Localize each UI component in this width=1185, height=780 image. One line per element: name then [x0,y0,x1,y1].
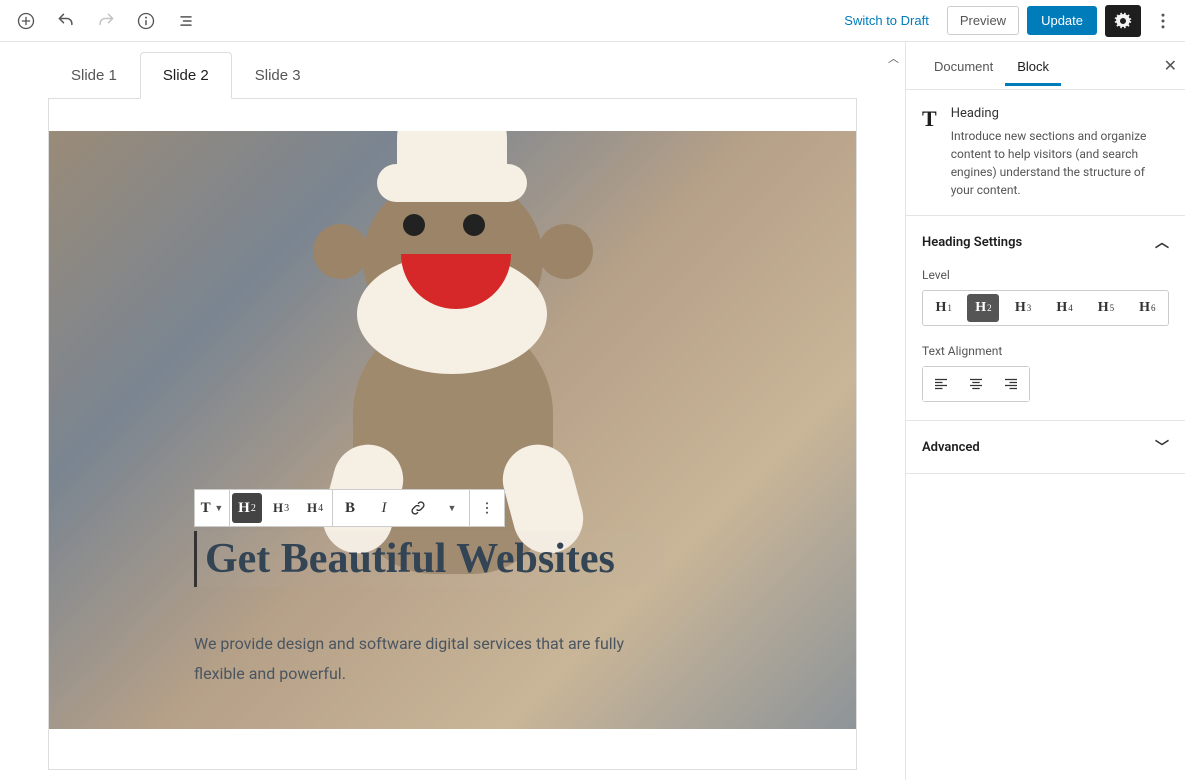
toolbar-right-group: Switch to Draft Preview Update [834,3,1177,39]
heading-text[interactable]: Get Beautiful Websites [205,535,664,583]
paragraph-block[interactable]: We provide design and software digital s… [194,629,664,690]
undo-button[interactable] [48,3,84,39]
advanced-panel-toggle[interactable]: Advanced ﹀ [906,421,1185,473]
preview-button[interactable]: Preview [947,6,1019,35]
redo-icon [96,11,116,31]
sidebar-close-button[interactable]: ✕ [1164,56,1177,76]
chevron-down-icon: ﹀ [1155,437,1169,457]
slide-container: T ▼ H2 H3 H4 B I ▼ [48,98,857,770]
block-more-options-button[interactable] [470,490,504,526]
heading-block-icon: T [922,106,937,199]
level-h6-button[interactable]: H6 [1127,291,1168,325]
redo-button[interactable] [88,3,124,39]
advanced-panel: Advanced ﹀ [906,421,1185,474]
align-right-icon [1002,375,1020,393]
slide-tabs: Slide 1 Slide 2 Slide 3 [48,52,905,99]
level-label: Level [922,268,1169,282]
more-menu-button[interactable] [1149,3,1177,39]
alignment-label: Text Alignment [922,344,1169,358]
add-block-button[interactable] [8,3,44,39]
sidebar-tab-document[interactable]: Document [922,45,1005,86]
align-left-icon [932,375,950,393]
panel-title: Heading Settings [922,235,1022,250]
sidebar-tab-block[interactable]: Block [1005,45,1061,86]
heading-level-h2-button[interactable]: H2 [232,493,262,523]
panel-title: Advanced [922,440,980,455]
dots-vertical-icon [1153,11,1173,31]
heading-settings-panel: Heading Settings ︿ Level H1 H2 H3 H4 H5 … [906,216,1185,421]
link-icon [409,499,427,517]
italic-button[interactable]: I [367,490,401,526]
dots-vertical-icon [479,500,495,516]
bold-button[interactable]: B [333,490,367,526]
level-h1-button[interactable]: H1 [923,291,964,325]
outline-button[interactable] [168,3,204,39]
slide-tab-3[interactable]: Slide 3 [232,52,324,99]
chevron-up-icon: ︿ [1155,232,1169,252]
editor-canvas: ︿ Slide 1 Slide 2 Slide 3 [0,42,905,780]
collapse-sidebar-caret[interactable]: ︿ [888,50,899,66]
level-h2-button[interactable]: H2 [967,294,999,322]
align-left-button[interactable] [923,367,958,401]
settings-button[interactable] [1105,5,1141,37]
info-icon [136,11,156,31]
toolbar-left-group [8,3,204,39]
link-button[interactable] [401,490,435,526]
block-toolbar: T ▼ H2 H3 H4 B I ▼ [194,489,505,527]
level-h3-button[interactable]: H3 [1002,291,1043,325]
heading-settings-toggle[interactable]: Heading Settings ︿ [906,216,1185,268]
change-block-type-button[interactable]: T ▼ [195,490,229,526]
align-right-button[interactable] [994,367,1029,401]
block-desc-text: Introduce new sections and organize cont… [951,127,1169,199]
block-title: Heading [951,106,1169,121]
level-h4-button[interactable]: H4 [1044,291,1085,325]
undo-icon [56,11,76,31]
switch-to-draft-button[interactable]: Switch to Draft [834,7,939,34]
info-button[interactable] [128,3,164,39]
text-alignment-selector [922,366,1030,402]
heading-level-selector: H1 H2 H3 H4 H5 H6 [922,290,1169,326]
more-rich-text-button[interactable]: ▼ [435,490,469,526]
list-icon [176,11,196,31]
heading-level-h3-button[interactable]: H3 [264,490,298,526]
heading-block[interactable]: Get Beautiful Websites [194,531,664,587]
level-h5-button[interactable]: H5 [1085,291,1126,325]
sidebar-tabs: Document Block ✕ [906,42,1185,90]
editor-top-toolbar: Switch to Draft Preview Update [0,0,1185,42]
heading-level-h4-button[interactable]: H4 [298,490,332,526]
slide-tab-1[interactable]: Slide 1 [48,52,140,99]
update-button[interactable]: Update [1027,6,1097,35]
block-description: T Heading Introduce new sections and org… [906,90,1185,216]
slide-tab-2[interactable]: Slide 2 [140,52,232,99]
settings-sidebar: Document Block ✕ T Heading Introduce new… [905,42,1185,780]
align-center-button[interactable] [958,367,993,401]
align-center-icon [967,375,985,393]
gear-icon [1114,12,1132,30]
plus-circle-icon [16,11,36,31]
